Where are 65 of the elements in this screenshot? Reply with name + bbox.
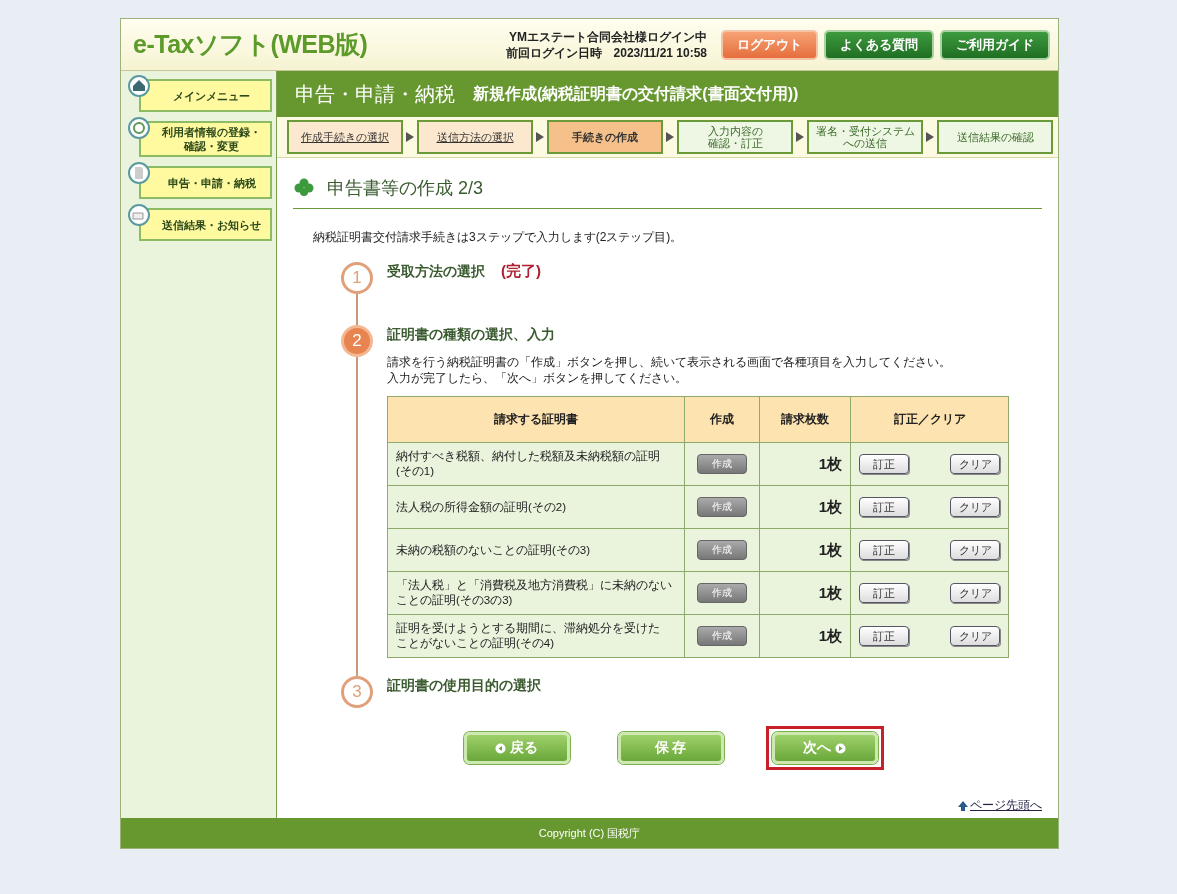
clear-button[interactable]: クリア [950, 540, 1000, 560]
count-cell: 1枚 [759, 614, 851, 658]
step-arrow-icon [666, 132, 674, 142]
section-title: 申告・申請・納税 [295, 81, 455, 107]
certificate-cell: 証明を受けようとする期間に、滞納処分を受けた ことがないことの証明(その4) [387, 614, 685, 658]
page-top-link[interactable]: ページ先頭へ [958, 797, 1042, 814]
step-title: 受取方法の選択 [387, 263, 485, 279]
sidebar-item[interactable]: 申告・申請・納税 [139, 166, 272, 199]
step-number: 1 [341, 262, 373, 294]
certificate-cell: 法人税の所得金額の証明(その2) [387, 485, 685, 529]
edit-button[interactable]: 訂正 [859, 540, 910, 560]
instruction-text: 請求を行う納税証明書の「作成」ボタンを押し、続いて表示される画面で各種項目を入力してください。 [387, 354, 951, 370]
section-heading: 申告書等の作成 2/3 [327, 177, 484, 200]
progress-step[interactable]: 送信方法の選択 [417, 120, 533, 154]
certificate-cell: 「法人税」と「消費税及地方消費税」に未納のない ことの証明(その3の3) [387, 571, 685, 615]
clear-button[interactable]: クリア [950, 583, 1000, 603]
step-title: 証明書の使用目的の選択 [387, 677, 541, 693]
envelope-icon [127, 203, 151, 227]
logo: e-Taxソフト(WEB版) [133, 29, 369, 60]
progress-step: 署名・受付システム への送信 [807, 120, 923, 154]
step-number: 3 [341, 676, 373, 708]
column-header: 訂正／クリア [850, 396, 1009, 443]
step-title: 証明書の種類の選択、入力 [387, 326, 555, 342]
column-header: 作成 [684, 396, 760, 443]
clear-button[interactable]: クリア [950, 626, 1000, 646]
login-user: YMエステート合同会社様ログイン中 [509, 28, 707, 45]
document-icon [127, 161, 151, 185]
instruction-text: 入力が完了したら、「次へ」ボタンを押してください。 [387, 370, 687, 386]
certificate-cell: 納付すべき税額、納付した税額及未納税額の証明 (その1) [387, 442, 685, 486]
sidebar-item[interactable]: メインメニュー [139, 79, 272, 112]
header-nav-button[interactable]: ご利用ガイド [940, 29, 1050, 60]
sidebar-item[interactable]: 送信結果・お知らせ [139, 208, 272, 241]
step-arrow-icon [926, 132, 934, 142]
step-arrow-icon [796, 132, 804, 142]
count-cell: 1枚 [759, 485, 851, 529]
step-number: 2 [341, 325, 373, 357]
count-cell: 1枚 [759, 528, 851, 572]
count-cell: 1枚 [759, 442, 851, 486]
page-subtitle: 新規作成(納税証明書の交付請求(書面交付用)) [473, 83, 799, 104]
clear-button[interactable]: クリア [950, 497, 1000, 517]
intro-text: 納税証明書交付請求手続きは3ステップで入力します(2ステップ目)。 [313, 229, 684, 246]
edit-button[interactable]: 訂正 [859, 583, 910, 603]
sidebar-item[interactable]: 利用者情報の登録・ 確認・変更 [139, 121, 272, 157]
last-login-label: 前回ログイン日時 [506, 45, 603, 60]
step-arrow-icon [406, 132, 414, 142]
last-login-time: 2023/11/21 10:58 [613, 45, 707, 60]
progress-step: 入力内容の 確認・訂正 [677, 120, 793, 154]
clear-button[interactable]: クリア [950, 454, 1000, 474]
edit-button[interactable]: 訂正 [859, 454, 910, 474]
clover-icon [293, 177, 315, 199]
home-icon [127, 74, 151, 98]
header-nav-button[interactable]: よくある質問 [824, 29, 934, 60]
certificate-cell: 未納の税額のないことの証明(その3) [387, 528, 685, 572]
count-cell: 1枚 [759, 571, 851, 615]
column-header: 請求枚数 [759, 396, 851, 443]
edit-button[interactable]: 訂正 [859, 497, 910, 517]
step-status: (完了) [501, 262, 541, 279]
progress-step: 送信結果の確認 [937, 120, 1053, 154]
ring-icon [127, 116, 151, 140]
column-header: 請求する証明書 [387, 396, 685, 443]
copyright-text: Copyright (C) 国税庁 [538, 825, 641, 841]
edit-button[interactable]: 訂正 [859, 626, 910, 646]
up-arrow-icon [958, 800, 968, 811]
progress-step: 手続きの作成 [547, 120, 663, 154]
step-arrow-icon [536, 132, 544, 142]
